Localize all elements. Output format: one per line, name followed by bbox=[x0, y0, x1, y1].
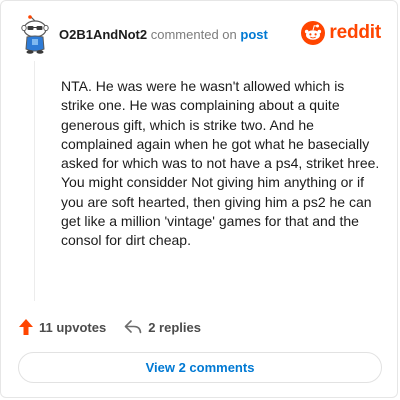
username-link[interactable]: O2B1AndNot2 bbox=[59, 27, 147, 42]
comment-paragraph: NTA. He was were he wasn't allowed which… bbox=[61, 78, 380, 172]
reddit-snoo-icon bbox=[301, 21, 326, 45]
upvote-button[interactable]: 11 upvotes bbox=[19, 319, 106, 335]
comment-card: O2B1AndNot2 commented on post reddit NTA… bbox=[0, 0, 398, 398]
thread-line[interactable] bbox=[34, 61, 35, 301]
comment-paragraph: You might considder Not giving him anyth… bbox=[61, 174, 372, 249]
comment-body: NTA. He was were he wasn't allowed which… bbox=[61, 77, 381, 251]
replies-count: 2 replies bbox=[148, 319, 201, 335]
commented-on-text: commented on bbox=[150, 27, 237, 42]
comment-header: O2B1AndNot2 commented on post bbox=[59, 27, 268, 43]
reddit-logo[interactable]: reddit bbox=[301, 21, 381, 45]
upvote-count: 11 upvotes bbox=[39, 319, 107, 335]
replies-button[interactable]: 2 replies bbox=[124, 320, 201, 335]
view-comments-button[interactable]: View 2 comments bbox=[18, 352, 382, 383]
reply-arrow-icon bbox=[124, 320, 142, 334]
avatar[interactable] bbox=[19, 15, 51, 55]
comment-actions: 11 upvotes 2 replies bbox=[19, 319, 219, 335]
post-link[interactable]: post bbox=[240, 27, 267, 42]
upvote-arrow-icon bbox=[19, 319, 33, 335]
reddit-wordmark: reddit bbox=[329, 22, 381, 43]
snoo-avatar-icon bbox=[21, 15, 49, 54]
